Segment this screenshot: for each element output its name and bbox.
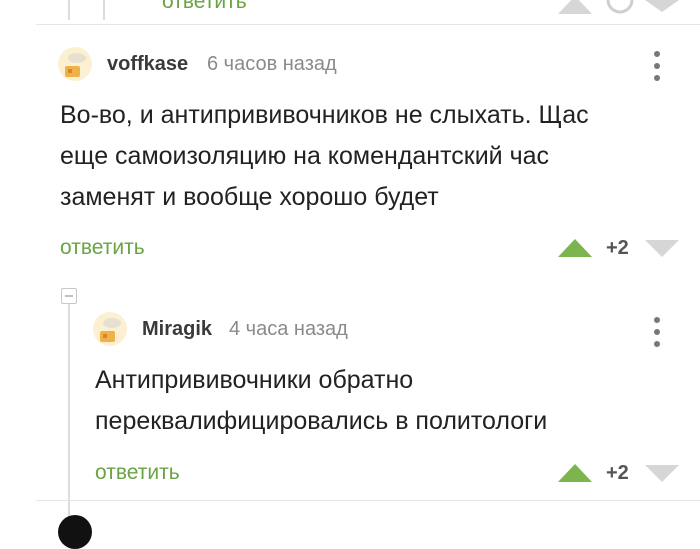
thread-line <box>68 298 70 524</box>
pikabu-default-avatar-icon <box>58 47 92 81</box>
comment-author[interactable]: voffkase <box>107 53 188 76</box>
comment-author[interactable]: Miragik <box>142 318 212 341</box>
downvote-icon[interactable] <box>645 239 679 259</box>
reply-link[interactable]: ответить <box>162 0 247 14</box>
collapse-thread-button[interactable] <box>61 288 77 304</box>
comment-time[interactable]: 6 часов назад <box>207 53 337 76</box>
comment-text: Во-во, и антипрививочников не слыхать. Щ… <box>60 95 660 218</box>
comment-text: Антипрививочники обратно переквалифициро… <box>95 360 655 442</box>
pikabu-default-avatar-icon <box>93 312 127 346</box>
upvote-icon[interactable] <box>558 463 592 483</box>
avatar[interactable] <box>58 47 92 81</box>
comment-text-line: заменят и вообще хорошо будет <box>60 183 439 211</box>
comment-text-line: переквалифицировались в политологи <box>95 407 548 435</box>
comment-text-line: Антипрививочники обратно <box>95 366 414 394</box>
upvote-icon[interactable] <box>558 0 592 14</box>
avatar[interactable] <box>93 312 127 346</box>
thread-line <box>68 0 70 20</box>
comment-text-line: Во-во, и антипрививочников не слыхать. Щ… <box>60 101 589 129</box>
upvote-icon[interactable] <box>558 238 592 258</box>
more-options-icon[interactable] <box>647 49 667 83</box>
more-options-icon[interactable] <box>647 315 667 349</box>
rating-score: +2 <box>606 237 629 259</box>
thread-line <box>103 0 105 20</box>
comment-time[interactable]: 4 часа назад <box>229 318 348 341</box>
clock-icon <box>606 0 634 14</box>
reply-link[interactable]: ответить <box>60 236 145 260</box>
comment-divider <box>36 24 700 25</box>
reply-link[interactable]: ответить <box>95 461 180 485</box>
comment-divider <box>36 500 700 501</box>
avatar[interactable] <box>58 515 92 549</box>
rating-score: +2 <box>606 462 629 484</box>
comment-text-line: еще самоизоляцию на комендантский час <box>60 142 550 170</box>
downvote-icon[interactable] <box>645 0 679 14</box>
downvote-icon[interactable] <box>645 464 679 484</box>
